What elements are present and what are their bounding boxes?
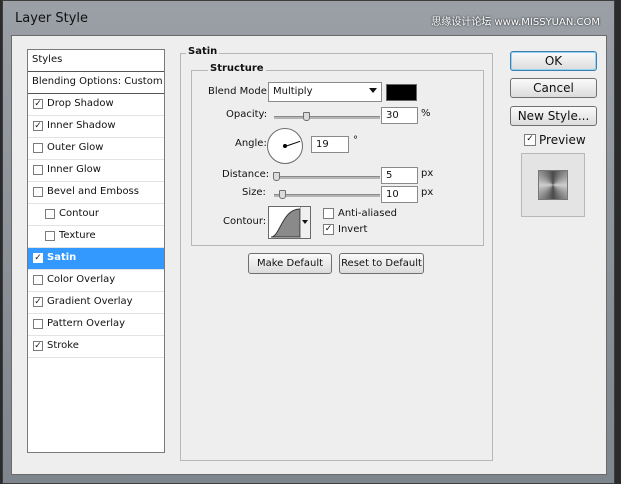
angle-dial-hand [284, 140, 301, 147]
invert-checkbox[interactable]: ✓ [323, 224, 334, 235]
style-checkbox[interactable] [33, 143, 43, 153]
opacity-unit: % [421, 108, 431, 119]
blend-mode-label: Blend Mode: [208, 86, 271, 97]
new-style-button[interactable]: New Style... [510, 106, 597, 126]
blend-color-swatch[interactable] [386, 84, 417, 101]
styles-list-item-bevel-and-emboss[interactable]: Bevel and Emboss [28, 182, 164, 204]
size-slider-thumb[interactable] [279, 190, 286, 199]
make-default-button[interactable]: Make Default [248, 253, 332, 274]
styles-list-item-label: Contour [59, 208, 99, 219]
styles-list: Styles Blending Options: Custom ✓ Drop Shad… [27, 49, 165, 453]
preview-label: Preview [539, 133, 586, 147]
reset-to-default-button[interactable]: Reset to Default [339, 253, 424, 274]
blend-mode-select[interactable]: Multiply [268, 82, 382, 102]
opacity-value: 30 [386, 110, 399, 121]
blend-mode-value: Multiply [273, 86, 313, 97]
styles-list-item-gradient-overlay[interactable]: ✓ Gradient Overlay [28, 292, 164, 314]
layer-style-window: Layer Style 思缘设计论坛 www.MISSYUAN.COM Styl… [2, 0, 615, 484]
distance-value: 5 [386, 170, 393, 181]
style-checkbox[interactable] [45, 231, 55, 241]
distance-slider-thumb[interactable] [273, 172, 280, 181]
styles-list-item-label: Pattern Overlay [47, 318, 126, 329]
opacity-label: Opacity: [226, 109, 268, 120]
angle-input[interactable]: 19 [311, 136, 349, 153]
angle-dial[interactable] [267, 128, 303, 164]
angle-unit: ° [353, 135, 358, 146]
style-checkbox[interactable]: ✓ [33, 341, 43, 351]
anti-aliased-label: Anti-aliased [338, 208, 398, 219]
styles-list-item-satin[interactable]: ✓ Satin [28, 248, 164, 270]
styles-list-item-color-overlay[interactable]: Color Overlay [28, 270, 164, 292]
angle-label: Angle: [235, 138, 267, 149]
dialog-body: Styles Blending Options: Custom ✓ Drop Shad… [11, 35, 607, 475]
opacity-slider-track[interactable] [274, 116, 380, 119]
contour-label: Contour: [223, 216, 267, 227]
style-checkbox[interactable] [33, 165, 43, 175]
style-preview-box [521, 153, 585, 217]
distance-unit: px [421, 168, 434, 179]
distance-slider-track[interactable] [274, 176, 380, 179]
ok-button[interactable]: OK [510, 51, 597, 71]
title-bar[interactable]: Layer Style 思缘设计论坛 www.MISSYUAN.COM [3, 1, 614, 35]
preview-swatch-image [538, 170, 568, 200]
styles-list-item-styles[interactable]: Styles [28, 50, 164, 72]
styles-list-item-label: Bevel and Emboss [47, 186, 139, 197]
styles-list-item-stroke[interactable]: ✓ Stroke [28, 336, 164, 358]
styles-list-item-texture[interactable]: Texture [28, 226, 164, 248]
style-checkbox[interactable] [33, 275, 43, 285]
anti-aliased-checkbox[interactable] [323, 208, 334, 219]
opacity-input[interactable]: 30 [381, 107, 418, 124]
styles-list-item-label: Inner Shadow [47, 120, 116, 131]
style-checkbox[interactable] [45, 209, 55, 219]
size-value: 10 [386, 189, 399, 200]
styles-list-item-pattern-overlay[interactable]: Pattern Overlay [28, 314, 164, 336]
size-slider-track[interactable] [274, 194, 380, 197]
dropdown-arrow-icon [302, 220, 308, 224]
watermark-text: 思缘设计论坛 www.MISSYUAN.COM [431, 17, 600, 28]
angle-value: 19 [316, 139, 329, 150]
styles-list-item-label: Satin [47, 252, 77, 263]
size-unit: px [421, 187, 434, 198]
contour-curve-icon [270, 208, 301, 238]
styles-list-item-contour[interactable]: Contour [28, 204, 164, 226]
styles-list-item-blending-options-custom[interactable]: Blending Options: Custom [28, 72, 164, 94]
distance-input[interactable]: 5 [381, 167, 418, 184]
size-label: Size: [242, 187, 266, 198]
distance-label: Distance: [222, 169, 270, 180]
window-title: Layer Style [15, 11, 89, 26]
opacity-slider-thumb[interactable] [302, 112, 310, 121]
style-checkbox[interactable]: ✓ [33, 121, 43, 131]
styles-list-item-label: Blending Options: Custom [32, 76, 163, 87]
style-checkbox[interactable]: ✓ [33, 99, 43, 109]
styles-list-item-inner-glow[interactable]: Inner Glow [28, 160, 164, 182]
styles-list-item-inner-shadow[interactable]: ✓ Inner Shadow [28, 116, 164, 138]
style-checkbox[interactable]: ✓ [33, 297, 43, 307]
contour-dropdown-button[interactable] [300, 207, 310, 238]
contour-picker[interactable] [268, 206, 311, 239]
satin-group-title: Satin [186, 46, 220, 57]
preview-checkbox[interactable]: ✓ [524, 134, 536, 146]
styles-list-item-label: Inner Glow [47, 164, 101, 175]
dropdown-arrow-icon [369, 88, 377, 93]
styles-list-item-outer-glow[interactable]: Outer Glow [28, 138, 164, 160]
styles-list-item-label: Outer Glow [47, 142, 104, 153]
angle-dial-center [283, 144, 287, 148]
style-checkbox[interactable] [33, 187, 43, 197]
styles-list-item-label: Stroke [47, 340, 79, 351]
styles-list-item-label: Drop Shadow [47, 98, 114, 109]
style-checkbox[interactable]: ✓ [33, 253, 43, 263]
styles-list-item-label: Color Overlay [47, 274, 116, 285]
structure-group-title: Structure [208, 63, 266, 74]
styles-list-item-label: Gradient Overlay [47, 296, 133, 307]
invert-label: Invert [338, 224, 368, 235]
size-input[interactable]: 10 [381, 186, 418, 203]
styles-list-item-label: Texture [59, 230, 96, 241]
style-checkbox[interactable] [33, 319, 43, 329]
styles-list-item-label: Styles [32, 54, 63, 65]
cancel-button[interactable]: Cancel [510, 78, 597, 98]
styles-list-item-drop-shadow[interactable]: ✓ Drop Shadow [28, 94, 164, 116]
